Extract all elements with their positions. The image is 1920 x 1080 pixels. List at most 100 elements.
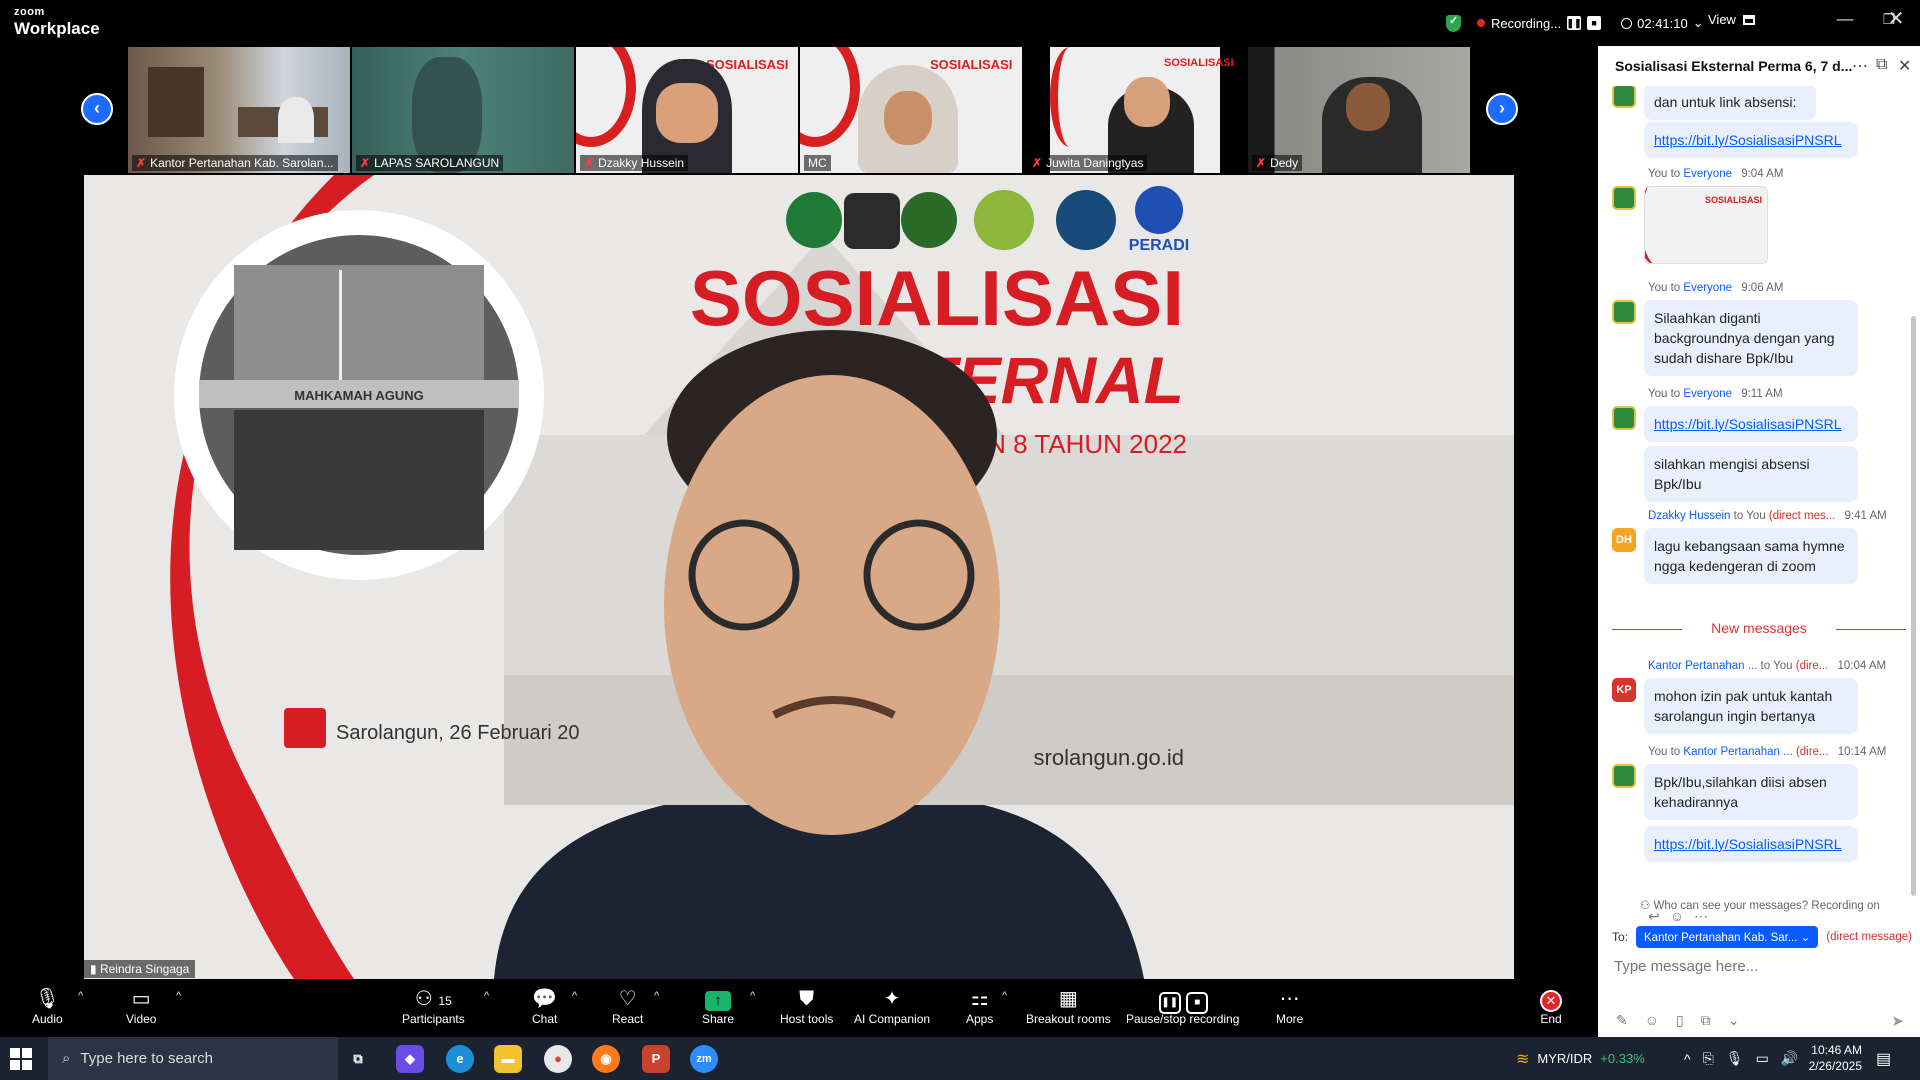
recording-label: Recording...	[1491, 15, 1562, 31]
apps-options-caret[interactable]: ^	[1002, 990, 1007, 1002]
shared-image-thumbnail[interactable]: SOSIALISASI	[1644, 186, 1768, 264]
image-red-arc	[1645, 187, 1685, 263]
send-icon[interactable]: ➤	[1891, 1012, 1904, 1030]
meeting-timer[interactable]: 02:41:10 ⌄	[1621, 15, 1704, 31]
popout-icon[interactable]: ⧉	[1876, 56, 1887, 74]
file-explorer-icon[interactable]: ▬	[494, 1045, 522, 1073]
taskbar-search[interactable]: ⌕ Type here to search	[48, 1037, 338, 1080]
message-link[interactable]: https://bit.ly/SosialisasiPNSRL	[1644, 406, 1858, 442]
participant-thumbnail[interactable]: ✗ LAPAS SAROLANGUN	[352, 47, 574, 173]
windows-start-icon[interactable]	[10, 1048, 32, 1070]
close-window-button[interactable]: ✕	[1876, 6, 1916, 31]
video-label: Video	[126, 1012, 157, 1026]
chrome-icon[interactable]: ●	[544, 1045, 572, 1073]
main-video[interactable]: MAHKAMAH AGUNG PERADI SOSIALISASI EKSTER…	[84, 175, 1514, 979]
banner-location: Sarolangun, 26 Februari 20	[336, 722, 580, 744]
copilot-icon[interactable]: ◆	[396, 1045, 424, 1073]
message-link[interactable]: https://bit.ly/SosialisasiPNSRL	[1644, 826, 1858, 862]
notifications-icon[interactable]: ▤	[1876, 1037, 1891, 1080]
pause-recording-button[interactable]: ❚❚	[1567, 16, 1582, 30]
participants-button[interactable]: ⚇ 15 Participants	[402, 986, 465, 1026]
share-options-caret[interactable]: ^	[750, 990, 755, 1002]
zoom-app-icon[interactable]: zm	[690, 1045, 718, 1073]
recipient-dropdown[interactable]: Kantor Pertanahan Kab. Sar... ⌄	[1636, 926, 1819, 948]
participant-thumbnail[interactable]: ✗ Kantor Pertanahan Kab. Sarolan...	[128, 47, 350, 173]
image-title: SOSIALISASI	[1705, 195, 1763, 205]
message-meta: Kantor Pertanahan ... to You (dire... 10…	[1648, 660, 1886, 672]
host-tools-button[interactable]: ⛊ Host tools	[780, 986, 833, 1026]
taskbar-clock[interactable]: 10:46 AM 2/26/2025	[1792, 1042, 1862, 1074]
stop-recording-button[interactable]: ■	[1587, 16, 1602, 30]
view-button[interactable]: View	[1708, 12, 1755, 27]
chevron-down-icon[interactable]: ⌄	[1728, 1012, 1740, 1029]
currency-widget[interactable]: ≋ MYR/IDR +0.33%	[1516, 1037, 1645, 1080]
pause-stop-recording-button[interactable]: ❚❚ ■ Pause/stop recording	[1126, 986, 1239, 1026]
strip-prev-button[interactable]: ‹	[81, 93, 113, 125]
security-shield-icon[interactable]	[1446, 14, 1461, 32]
participant-thumbnail[interactable]: SOSIALISASI ✗ Juwita Daningtyas	[1024, 47, 1246, 173]
avatar: KP	[1612, 678, 1636, 702]
react-button[interactable]: ♡ React	[612, 986, 643, 1026]
participant-thumbnail[interactable]: SOSIALISASI ✗ Dzakky Hussein	[576, 47, 798, 173]
react-options-caret[interactable]: ^	[654, 990, 659, 1002]
audio-options-caret[interactable]: ^	[78, 990, 83, 1002]
message-meta: You to Kantor Pertanahan ... (dire... 10…	[1648, 746, 1886, 758]
recipient-name: Everyone	[1683, 388, 1732, 400]
chat-options-caret[interactable]: ^	[572, 990, 577, 1002]
chat-tools: ✎ ☺ ▯ ⧉ ⌄	[1616, 1012, 1739, 1029]
chat-scrollbar[interactable]	[1911, 316, 1916, 896]
tray-overflow-icon[interactable]: ^	[1684, 1051, 1691, 1067]
format-icon[interactable]: ✎	[1616, 1012, 1628, 1029]
recipient-name: You	[1773, 660, 1793, 672]
message-link[interactable]: https://bit.ly/SosialisasiPNSRL	[1644, 122, 1858, 158]
participant-thumbnail[interactable]: ✗ Dedy	[1248, 47, 1470, 173]
microphone-tray-icon[interactable]: 🎙	[1726, 1050, 1744, 1067]
recipient-name: You	[1746, 510, 1766, 522]
sender-name: Kantor Pertanahan ...	[1648, 660, 1758, 672]
firefox-icon[interactable]: ◉	[592, 1045, 620, 1073]
video-button[interactable]: ▭ Video	[126, 986, 156, 1026]
edge-icon[interactable]: e	[446, 1045, 474, 1073]
video-options-caret[interactable]: ^	[176, 990, 181, 1002]
message-text: Bpk/Ibu,silahkan diisi absen kehadiranny…	[1644, 764, 1858, 820]
message-text: mohon izin pak untuk kantah sarolangun i…	[1644, 678, 1858, 734]
screenshot-icon[interactable]: ⧉	[1701, 1012, 1711, 1029]
muted-mic-icon: ✗	[584, 156, 595, 170]
close-chat-icon[interactable]: ✕	[1898, 56, 1911, 76]
logo-bpn	[1056, 190, 1116, 250]
chat-messages[interactable]: dan untuk link absensi: https://bit.ly/S…	[1598, 86, 1920, 926]
court-sign-text: MAHKAMAH AGUNG	[294, 388, 424, 403]
thumb-face	[884, 91, 932, 145]
share-button[interactable]: ↑ Share	[702, 986, 734, 1026]
ai-companion-button[interactable]: ✦ AI Companion	[854, 986, 930, 1026]
network-icon[interactable]: ▭	[1756, 1050, 1769, 1067]
muted-mic-icon: ✗	[360, 156, 371, 170]
powerpoint-icon[interactable]: P	[642, 1045, 670, 1073]
elapsed-time: 02:41:10	[1637, 15, 1688, 31]
audio-button[interactable]: 🎙 Audio	[32, 986, 63, 1026]
apps-button[interactable]: ⚏ Apps	[966, 986, 993, 1026]
task-view-icon[interactable]: ⧉	[344, 1045, 372, 1073]
visibility-notice[interactable]: ⚇ Who can see your messages? Recording o…	[1640, 898, 1880, 912]
participant-thumbnail[interactable]: SOSIALISASI MC	[800, 47, 1022, 173]
apps-icon: ⚏	[970, 988, 989, 1010]
end-meeting-button[interactable]: ✕ End	[1540, 986, 1562, 1026]
more-options-icon[interactable]: ⋯	[1852, 56, 1868, 76]
chevron-down-icon: ⌄	[1692, 15, 1704, 30]
chat-button[interactable]: 💬 Chat	[532, 986, 557, 1026]
usb-icon[interactable]: ⎘	[1703, 1050, 1714, 1067]
more-button[interactable]: ⋯ More	[1276, 986, 1303, 1026]
people-icon: ⚇	[1640, 900, 1651, 912]
search-placeholder: Type here to search	[80, 1050, 213, 1067]
strip-next-button[interactable]: ›	[1486, 93, 1518, 125]
breakout-rooms-button[interactable]: ▦ Breakout rooms	[1026, 986, 1111, 1026]
currency-pair: MYR/IDR	[1537, 1051, 1593, 1066]
file-icon[interactable]: ▯	[1676, 1012, 1684, 1029]
participants-options-caret[interactable]: ^	[484, 990, 489, 1002]
shield-icon: ⛊	[799, 988, 815, 1010]
recipient-name: Kantor Pertanahan ...	[1683, 746, 1793, 758]
minimize-button[interactable]: —	[1822, 9, 1868, 29]
thumbnail-caption: ✗ Dedy	[1252, 155, 1303, 171]
chat-message-input[interactable]	[1614, 958, 1904, 975]
emoji-icon[interactable]: ☺	[1645, 1012, 1659, 1029]
